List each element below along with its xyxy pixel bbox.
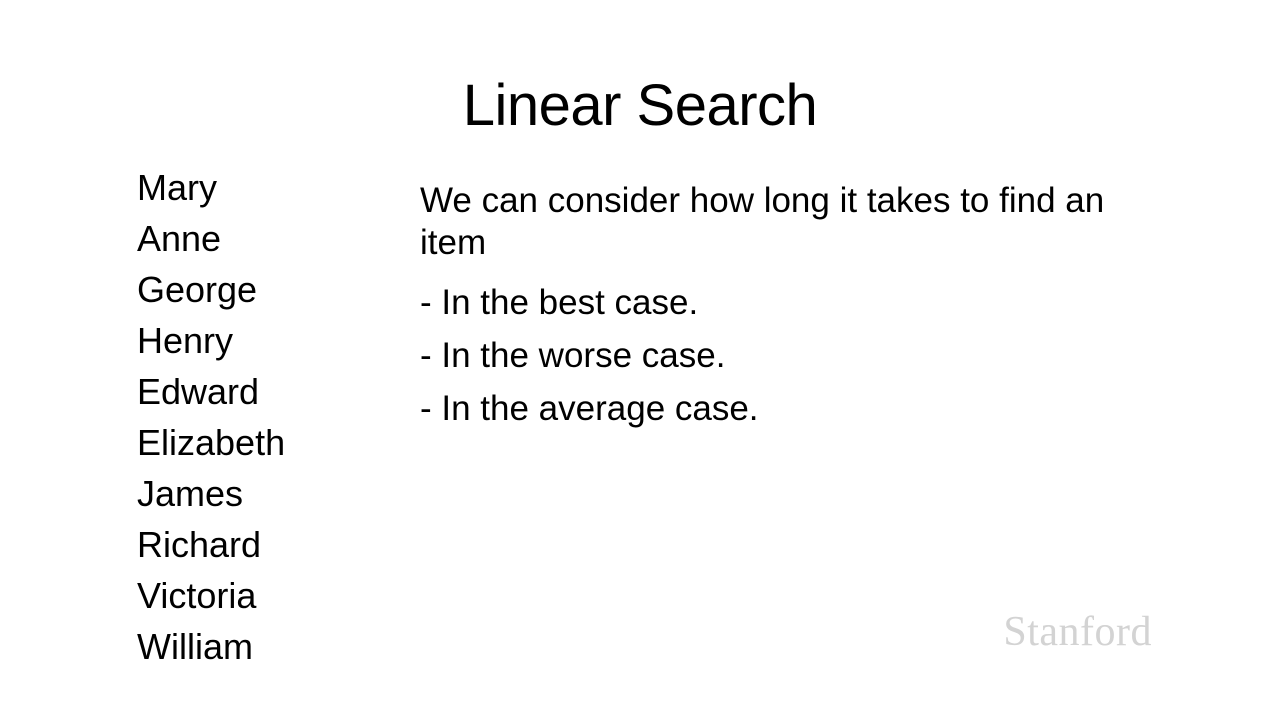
list-item: Mary: [137, 167, 217, 208]
list-item: Henry: [137, 320, 234, 361]
stanford-watermark: Stanford: [1003, 609, 1152, 655]
case-worse: - In the worse case.: [420, 336, 726, 375]
name-list: Mary Anne George Henry Edward Elizabeth …: [137, 162, 285, 672]
list-item: Edward: [137, 371, 260, 412]
case-best: - In the best case.: [420, 283, 699, 322]
list-item: William: [137, 626, 253, 667]
case-average: - In the average case.: [420, 389, 759, 428]
list-item: James: [137, 473, 244, 514]
list-item: Victoria: [137, 575, 257, 616]
slide-content: We can consider how long it takes to fin…: [420, 180, 1180, 435]
list-item: Elizabeth: [137, 422, 286, 463]
slide: Linear Search Mary Anne George Henry Edw…: [0, 0, 1280, 720]
list-item: Richard: [137, 524, 262, 565]
list-item: George: [137, 269, 258, 310]
list-item: Anne: [137, 218, 222, 259]
intro-text: We can consider how long it takes to fin…: [420, 181, 1105, 262]
case-list: - In the best case. - In the worse case.…: [420, 276, 1180, 435]
slide-title: Linear Search: [462, 73, 818, 138]
